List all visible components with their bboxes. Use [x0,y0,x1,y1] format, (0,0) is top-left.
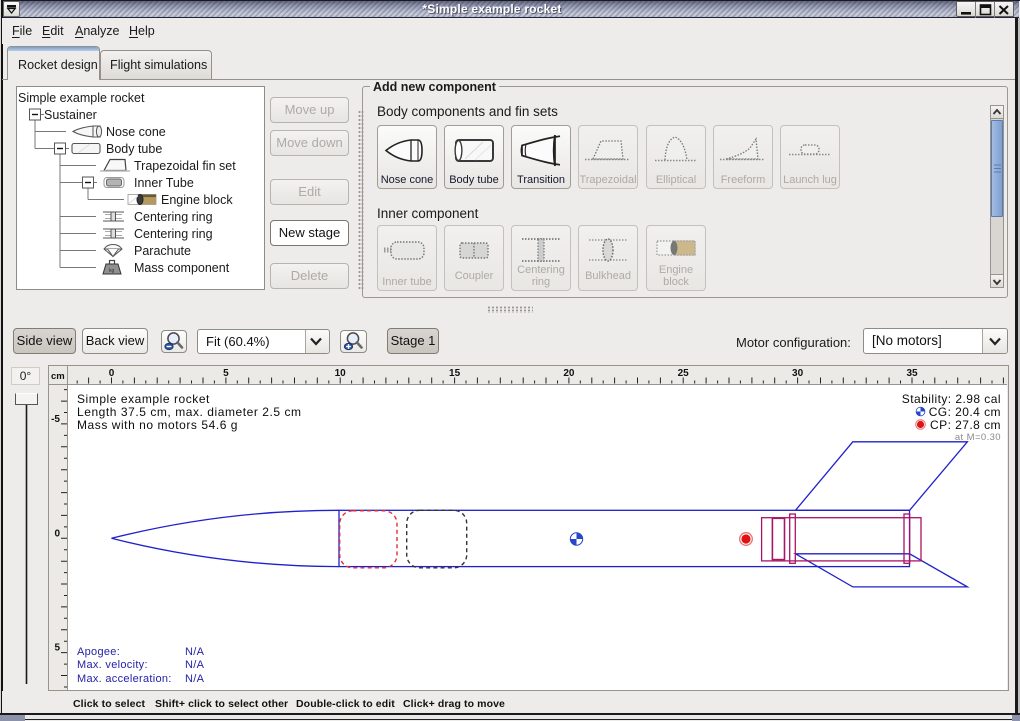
svg-text:10: 10 [335,368,347,379]
svg-text:30: 30 [792,368,804,379]
svg-text:kg: kg [109,268,115,274]
svg-text:5: 5 [223,368,229,379]
svg-text:5: 5 [54,643,60,654]
svg-text:0: 0 [54,528,60,539]
svg-text:cm: cm [51,371,65,382]
svg-text:15: 15 [449,368,461,379]
svg-text:0: 0 [109,368,115,379]
svg-text:20: 20 [563,368,575,379]
svg-text:-5: -5 [51,414,60,425]
svg-text:35: 35 [906,368,918,379]
svg-text:25: 25 [678,368,690,379]
